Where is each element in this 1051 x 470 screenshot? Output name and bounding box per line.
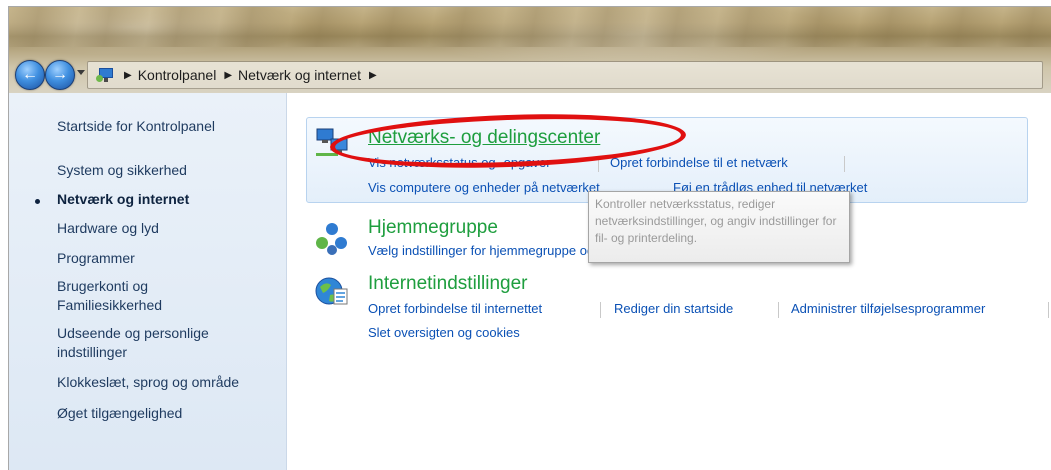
breadcrumb-netvaerk-og-internet[interactable]: Netværk og internet — [238, 67, 361, 83]
sidebar-item-programmer[interactable]: Programmer — [57, 249, 277, 268]
homegroup-icon[interactable] — [314, 221, 350, 257]
forward-button[interactable]: → — [45, 60, 75, 90]
sidebar-item-klokkeslaet[interactable]: Klokkeslæt, sprog og område — [57, 373, 277, 392]
control-panel-icon — [96, 66, 116, 84]
back-button[interactable]: ← — [15, 60, 45, 90]
link-administrer-tilfojelsesprogrammer[interactable]: Administrer tilføjelsesprogrammer — [791, 301, 985, 316]
link-opret-forbindelse-internettet[interactable]: Opret forbindelse til internettet — [368, 301, 542, 316]
main-content: Netværks- og delingscenter Vis netværkss… — [288, 93, 1051, 470]
sidebar-item-brugerkonti[interactable]: Brugerkonti og Familiesikkerhed — [57, 277, 277, 315]
sidebar-item-system-og-sikkerhed[interactable]: System og sikkerhed — [57, 161, 277, 180]
recent-pages-dropdown-icon[interactable] — [77, 70, 85, 75]
breadcrumb-separator-icon[interactable]: ▶ — [369, 70, 377, 81]
current-item-bullet-icon — [35, 199, 40, 204]
link-rediger-din-startside[interactable]: Rediger din startside — [614, 301, 733, 316]
category-tooltip: Kontroller netværksstatus, rediger netvæ… — [588, 191, 850, 263]
sidebar-item-hardware-og-lyd[interactable]: Hardware og lyd — [57, 219, 277, 238]
sidebar-item-startside[interactable]: Startside for Kontrolpanel — [57, 117, 277, 136]
navigation-bar: ← → ▶ Kontrolpanel ▶ Netværk og internet… — [9, 55, 1051, 93]
link-vis-computere-og-enheder[interactable]: Vis computere og enheder på netværket — [368, 180, 600, 195]
sidebar-item-oget-tilgaengelighed[interactable]: Øget tilgængelighed — [57, 404, 277, 423]
link-slet-oversigten-og-cookies[interactable]: Slet oversigten og cookies — [368, 325, 520, 340]
sidebar: Startside for Kontrolpanel System og sik… — [9, 93, 287, 470]
link-divider — [844, 156, 845, 172]
control-panel-window: ← → ▶ Kontrolpanel ▶ Netværk og internet… — [8, 6, 1051, 470]
link-divider — [600, 302, 601, 318]
sidebar-item-netvaerk-og-internet[interactable]: Netværk og internet — [57, 190, 277, 209]
category-title-hjemmegruppe[interactable]: Hjemmegruppe — [368, 217, 498, 239]
breadcrumb-kontrolpanel[interactable]: Kontrolpanel — [138, 67, 217, 83]
internet-options-icon[interactable] — [314, 273, 350, 309]
category-title-internetindstillinger[interactable]: Internetindstillinger — [368, 273, 527, 295]
link-divider — [778, 302, 779, 318]
breadcrumb-separator-icon[interactable]: ▶ — [224, 70, 232, 81]
breadcrumb-separator-icon[interactable]: ▶ — [124, 70, 132, 81]
link-opret-forbindelse-netvaerk[interactable]: Opret forbindelse til et netværk — [610, 155, 788, 170]
address-bar[interactable]: ▶ Kontrolpanel ▶ Netværk og internet ▶ — [87, 61, 1043, 89]
sidebar-item-udseende[interactable]: Udseende og personlige indstillinger — [57, 324, 277, 362]
link-divider — [1048, 302, 1049, 318]
